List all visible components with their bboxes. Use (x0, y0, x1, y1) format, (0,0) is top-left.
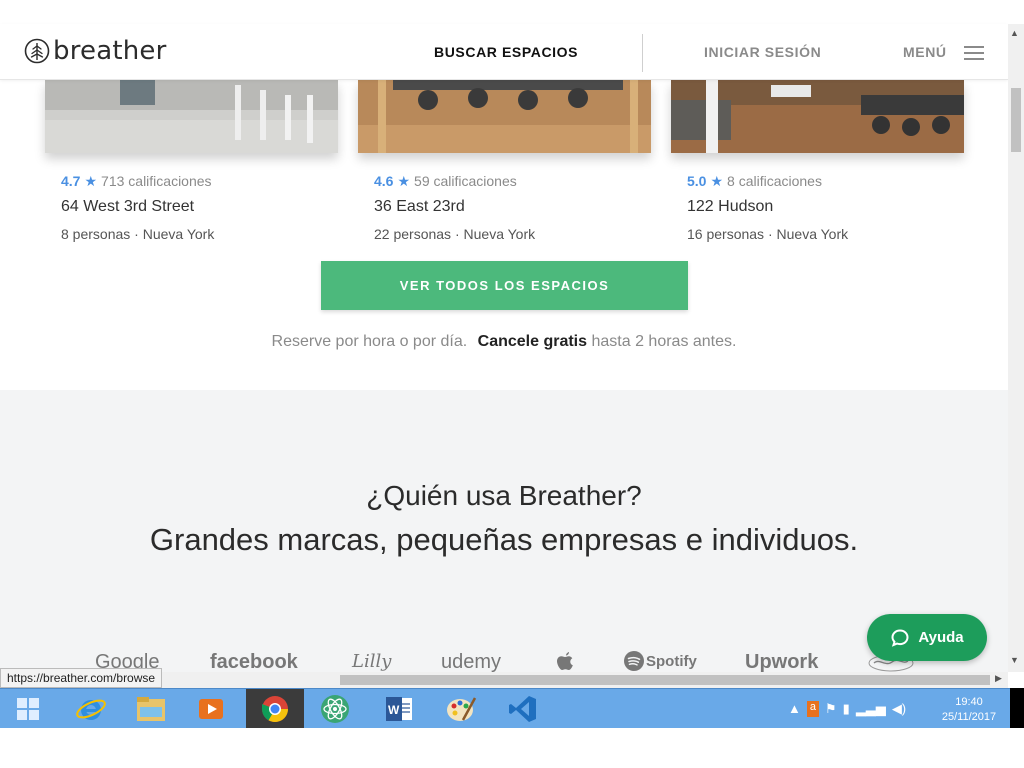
udemy-logo: udemy (441, 651, 502, 672)
nav-search-spaces[interactable]: BUSCAR ESPACIOS (434, 44, 578, 60)
help-label: Ayuda (918, 629, 964, 646)
nav-divider (642, 34, 643, 72)
site-header: breather BUSCAR ESPACIOS INICIAR SESIÓN … (0, 24, 1008, 80)
space-name[interactable]: 64 West 3rd Street (61, 198, 194, 216)
who-uses-subtitle: Grandes marcas, pequeñas empresas e indi… (149, 522, 859, 557)
star-icon: ★ (84, 173, 98, 189)
rating-value: 4.7 (61, 173, 81, 189)
nav-menu[interactable]: MENÚ (903, 44, 947, 60)
vertical-scrollbar-thumb[interactable] (1011, 88, 1021, 152)
reserve-note-bold: Cancele gratis (477, 333, 588, 350)
windows-taskbar: W ▲ a ⚑ ▮ ▂▃▅ ◀) 19:40 25/11/2017 (0, 688, 1010, 729)
space-card-image[interactable] (45, 80, 338, 153)
space-rating: 5.0 ★ 8 calificaciones (687, 173, 822, 190)
space-meta: 16 personas · Nueva York (687, 226, 849, 242)
taskbar-file-explorer[interactable] (122, 689, 180, 729)
taskbar-media-player[interactable] (182, 689, 240, 729)
rating-count: 713 calificaciones (101, 173, 212, 189)
file-explorer-icon (137, 697, 165, 721)
scroll-right-arrow-icon[interactable]: ▶ (995, 673, 1002, 684)
tray-app-icon[interactable]: a (806, 701, 819, 717)
space-capacity: 8 personas (61, 226, 131, 242)
space-meta: 8 personas · Nueva York (61, 226, 215, 242)
power-icon[interactable]: ▮ (843, 701, 850, 717)
help-chat-button[interactable]: Ayuda (867, 614, 987, 661)
tree-logo-icon (24, 38, 50, 64)
space-city: Nueva York (463, 226, 536, 242)
space-card-image[interactable] (358, 80, 651, 153)
horizontal-scrollbar-thumb[interactable] (340, 675, 990, 685)
clock-date: 25/11/2017 (941, 711, 997, 723)
word-icon: W (386, 697, 412, 721)
space-capacity: 16 personas (687, 226, 765, 242)
svg-text:W: W (388, 703, 400, 717)
who-uses-section: ¿Quién usa Breather? Grandes marcas, peq… (0, 390, 1008, 672)
breather-logo[interactable]: breather (24, 38, 167, 64)
browser-viewport: 4.7 ★ 713 calificaciones 64 West 3rd Stree… (0, 0, 1008, 672)
rating-value: 5.0 (687, 173, 707, 189)
spotify-name: Spotify (646, 652, 697, 670)
windows-start-button[interactable] (8, 689, 48, 729)
screen-bottom-area (0, 728, 1024, 768)
tray-expand-icon[interactable]: ▲ (788, 701, 801, 717)
taskbar-chrome[interactable] (246, 689, 304, 729)
nav-login[interactable]: INICIAR SESIÓN (704, 44, 821, 60)
space-city: Nueva York (142, 226, 215, 242)
scroll-up-arrow-icon[interactable]: ▲ (1010, 28, 1019, 38)
rating-count: 8 calificaciones (727, 173, 822, 189)
status-bar-url: https://breather.com/browse (0, 668, 163, 688)
reserve-note: Reserve por hora o por día. Cancele grat… (0, 333, 1008, 351)
paint-icon (447, 697, 477, 721)
system-tray: ▲ a ⚑ ▮ ▂▃▅ ◀) (788, 701, 906, 717)
media-player-icon (199, 699, 223, 719)
vscode-icon (509, 696, 536, 722)
who-uses-title: ¿Quién usa Breather? (366, 480, 642, 511)
clock-time: 19:40 (955, 696, 983, 708)
view-all-spaces-button[interactable]: VER TODOS LOS ESPACIOS (321, 261, 688, 310)
star-icon: ★ (397, 173, 411, 189)
network-signal-icon[interactable]: ▂▃▅ (856, 701, 886, 717)
spotify-icon (624, 651, 644, 671)
hamburger-menu-icon[interactable] (964, 46, 984, 60)
chat-bubble-icon (891, 628, 909, 647)
reserve-note-prefix: Reserve por hora o por día. (271, 333, 468, 350)
windows-start-icon (17, 698, 39, 720)
space-rating: 4.7 ★ 713 calificaciones (61, 173, 212, 190)
lilly-logo: Lilly (352, 651, 392, 672)
space-city: Nueva York (776, 226, 849, 242)
space-name[interactable]: 122 Hudson (687, 198, 773, 216)
scroll-down-arrow-icon[interactable]: ▼ (1010, 655, 1019, 665)
internet-explorer-icon (76, 699, 106, 720)
taskbar-internet-explorer[interactable] (62, 689, 120, 729)
space-meta: 22 personas · Nueva York (374, 226, 536, 242)
action-center-flag-icon[interactable]: ⚑ (825, 701, 837, 717)
taskbar-paint[interactable] (432, 689, 490, 729)
facebook-logo: facebook (210, 651, 298, 672)
rating-value: 4.6 (374, 173, 394, 189)
space-card-image[interactable] (671, 80, 964, 153)
taskbar-word[interactable]: W (370, 689, 428, 729)
atom-icon (321, 695, 349, 723)
chrome-icon (261, 696, 289, 723)
apple-logo (556, 652, 574, 672)
upwork-logo: Upwork (745, 651, 819, 672)
taskbar-atom[interactable] (306, 689, 364, 729)
space-rating: 4.6 ★ 59 calificaciones (374, 173, 517, 190)
volume-icon[interactable]: ◀) (892, 701, 906, 717)
show-desktop-strip[interactable] (1010, 688, 1024, 728)
rating-count: 59 calificaciones (414, 173, 517, 189)
reserve-note-suffix: hasta 2 horas antes. (591, 333, 737, 350)
taskbar-vscode[interactable] (494, 689, 552, 729)
star-icon: ★ (710, 173, 724, 189)
logo-wordmark: breather (53, 36, 167, 66)
space-name[interactable]: 36 East 23rd (374, 198, 465, 216)
spotify-logo: Spotify (624, 651, 697, 671)
taskbar-clock[interactable]: 19:40 25/11/2017 (932, 695, 1006, 725)
space-capacity: 22 personas (374, 226, 452, 242)
